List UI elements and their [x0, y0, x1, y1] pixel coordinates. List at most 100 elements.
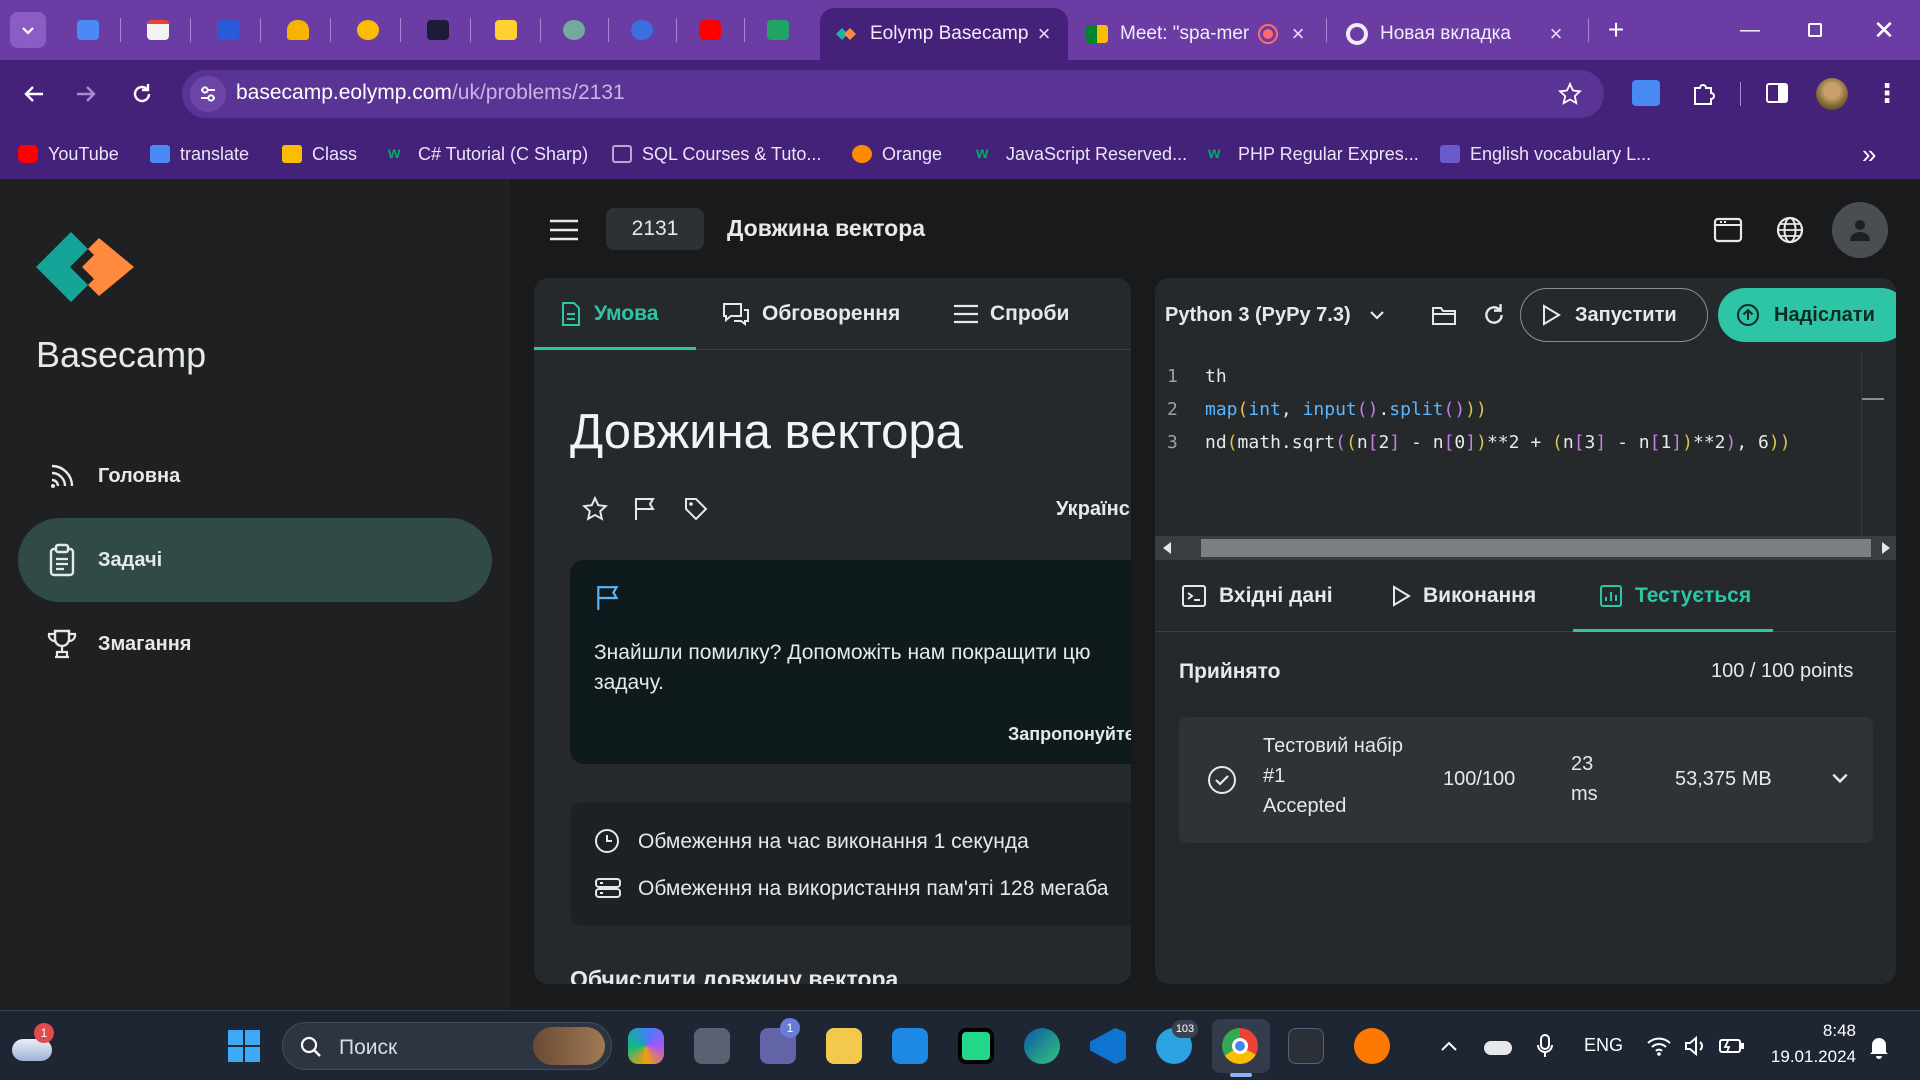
flag-icon[interactable]: [630, 494, 660, 524]
tab-attempts[interactable]: Спроби: [954, 278, 1069, 350]
sidebar-item-home[interactable]: Головна: [18, 434, 492, 518]
bookmark-translate[interactable]: translate: [150, 139, 249, 169]
start-button[interactable]: [226, 1028, 262, 1064]
reset-code-button[interactable]: [1477, 298, 1511, 332]
bookmark-class[interactable]: Class: [282, 139, 357, 169]
side-panel-icon[interactable]: [1760, 76, 1794, 110]
bookmark-english[interactable]: English vocabulary L...: [1440, 139, 1651, 169]
microphone-icon[interactable]: [1536, 1033, 1554, 1059]
pinned-tab-gmail[interactable]: [140, 12, 176, 48]
pinned-tab-keep[interactable]: [350, 12, 386, 48]
pinned-tab-contacts[interactable]: [70, 12, 106, 48]
scrollbar-thumb[interactable]: [1201, 539, 1871, 557]
bookmark-youtube[interactable]: YouTube: [18, 139, 119, 169]
open-file-button[interactable]: [1427, 298, 1461, 332]
tab-search-button[interactable]: [10, 12, 46, 48]
sidebar-item-contests[interactable]: Змагання: [18, 602, 492, 686]
weather-widget[interactable]: 1: [12, 1023, 56, 1063]
edge-icon[interactable]: [1024, 1028, 1060, 1064]
close-window-button[interactable]: ✕: [1854, 12, 1914, 48]
bookmark-sql[interactable]: SQL Courses & Tuto...: [612, 139, 821, 169]
bookmark-star-icon[interactable]: [1554, 78, 1586, 110]
mail-icon[interactable]: [892, 1028, 928, 1064]
new-tab-button[interactable]: +: [1598, 12, 1634, 48]
taskbar-search[interactable]: Поиск: [282, 1022, 612, 1070]
input-language[interactable]: ENG: [1584, 1035, 1623, 1056]
file-explorer-icon[interactable]: [826, 1028, 862, 1064]
pinned-tab-chatgpt[interactable]: [556, 12, 592, 48]
telegram-icon[interactable]: 103: [1156, 1020, 1198, 1064]
language-dropdown[interactable]: Python 3 (PyPy 7.3): [1165, 300, 1385, 330]
suggest-edit-link[interactable]: Запропонуйте: [1008, 724, 1131, 745]
tab-new-tab[interactable]: Новая вкладка ×: [1332, 8, 1580, 60]
window-layout-button[interactable]: [1708, 210, 1748, 250]
back-button[interactable]: [14, 74, 54, 114]
close-tab-icon[interactable]: ×: [1546, 21, 1566, 47]
pinned-tab-notifications[interactable]: [280, 12, 316, 48]
user-avatar-button[interactable]: [1832, 202, 1888, 258]
pinned-tab-miro[interactable]: [488, 12, 524, 48]
tab-execution[interactable]: Виконання: [1391, 560, 1536, 632]
chevron-down-icon[interactable]: [1831, 771, 1849, 785]
tab-statement[interactable]: Умова: [560, 278, 658, 350]
bookmark-orange[interactable]: Orange: [852, 139, 942, 169]
pinned-tab-youtube[interactable]: [692, 12, 728, 48]
sidebar-item-problems[interactable]: Задачі: [18, 518, 492, 602]
site-info-icon[interactable]: [190, 76, 226, 112]
restore-button[interactable]: [1785, 12, 1845, 48]
eolymp-logo[interactable]: [36, 232, 134, 302]
terminal-app-icon[interactable]: [1288, 1028, 1324, 1064]
pinned-tab-books[interactable]: [210, 12, 246, 48]
code-editor[interactable]: 1 2 3 th map(int, input().split())) nd(m…: [1155, 350, 1861, 534]
test-row[interactable]: Тестовий набір #1 Accepted 100/100 23 ms…: [1179, 717, 1873, 843]
language-button[interactable]: [1770, 210, 1810, 250]
volume-icon[interactable]: [1684, 1035, 1708, 1057]
extensions-icon[interactable]: [1686, 76, 1720, 110]
run-button[interactable]: Запустити: [1520, 288, 1708, 342]
pycharm-icon[interactable]: [958, 1028, 994, 1064]
copilot-icon[interactable]: [628, 1028, 664, 1064]
pinned-tab-player[interactable]: [420, 12, 456, 48]
avast-icon[interactable]: [1354, 1028, 1390, 1064]
tab-testing[interactable]: Тестується: [1599, 560, 1751, 632]
scroll-left-arrow[interactable]: [1163, 542, 1171, 554]
bookmark-csharp[interactable]: w C# Tutorial (C Sharp): [388, 139, 588, 169]
pinned-tab-lightbulb[interactable]: [624, 12, 660, 48]
tab-discussion[interactable]: Обговорення: [722, 278, 900, 350]
profile-avatar[interactable]: [1816, 78, 1848, 110]
close-tab-icon[interactable]: ×: [1288, 21, 1308, 47]
bookmark-javascript[interactable]: w JavaScript Reserved...: [976, 139, 1187, 169]
tag-icon[interactable]: [681, 494, 711, 524]
pinned-tab-sheets[interactable]: [760, 12, 796, 48]
chevron-up-icon[interactable]: [1440, 1039, 1458, 1053]
favorite-star-icon[interactable]: [580, 494, 610, 524]
bookmarks-overflow-button[interactable]: »: [1862, 139, 1876, 169]
menu-toggle-button[interactable]: [544, 210, 584, 250]
teams-icon[interactable]: 1: [760, 1018, 800, 1064]
onedrive-icon[interactable]: [1484, 1041, 1512, 1055]
url-text: basecamp.eolymp.com/uk/problems/2131: [236, 81, 625, 105]
task-view-icon[interactable]: [694, 1028, 730, 1064]
battery-icon[interactable]: [1718, 1035, 1746, 1057]
tab-input[interactable]: Вхідні дані: [1181, 560, 1333, 632]
translate-extension-icon[interactable]: [1632, 80, 1660, 106]
bookmark-php[interactable]: w PHP Regular Expres...: [1208, 139, 1419, 169]
language-selector[interactable]: Українс: [1056, 498, 1130, 521]
tab-eolymp[interactable]: Eolymp Basecamp ×: [820, 8, 1068, 60]
submit-button[interactable]: Надіслати: [1718, 288, 1896, 342]
close-tab-icon[interactable]: ×: [1034, 21, 1054, 47]
wifi-icon[interactable]: [1646, 1035, 1672, 1057]
browser-menu-icon[interactable]: ⋮: [1872, 76, 1902, 110]
notification-bell-icon[interactable]: [1868, 1035, 1890, 1059]
reload-button[interactable]: [122, 74, 162, 114]
scroll-right-arrow[interactable]: [1882, 542, 1890, 554]
tab-meet[interactable]: Meet: "spa-mer ×: [1072, 8, 1322, 60]
horizontal-scrollbar[interactable]: [1155, 536, 1896, 560]
forward-button[interactable]: [66, 74, 106, 114]
vscode-icon[interactable]: [1090, 1028, 1126, 1064]
clock-time[interactable]: 8:48: [1772, 1021, 1856, 1041]
clock-date[interactable]: 19.01.2024: [1764, 1047, 1856, 1067]
chrome-icon[interactable]: [1222, 1028, 1258, 1064]
address-bar[interactable]: basecamp.eolymp.com/uk/problems/2131: [182, 70, 1604, 118]
minimize-button[interactable]: —: [1720, 12, 1780, 48]
